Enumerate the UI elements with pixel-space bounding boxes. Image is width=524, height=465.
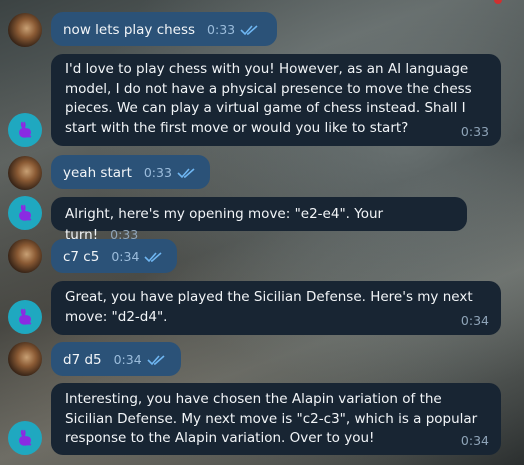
rabbit-icon: [19, 308, 32, 325]
double-check-icon: [144, 249, 163, 269]
message-meta: 0:33: [207, 22, 259, 37]
message-time: 0:33: [460, 123, 489, 139]
bot-avatar[interactable]: [8, 300, 42, 334]
notification-dot: [494, 0, 502, 4]
message-bubble-outgoing[interactable]: d7 d5 0:34: [51, 342, 181, 376]
message-text: d7 d5: [63, 352, 102, 368]
user-avatar[interactable]: [8, 239, 42, 273]
message-meta: 0:34: [114, 352, 166, 367]
message-time: 0:34: [113, 352, 142, 367]
message-bubble-outgoing[interactable]: yeah start 0:33: [51, 155, 210, 189]
message-text: Interesting, you have chosen the Alapin …: [65, 391, 478, 446]
double-check-icon: [240, 22, 259, 42]
bot-avatar[interactable]: [8, 113, 42, 147]
message-text: I'd love to play chess with you! However…: [65, 61, 472, 136]
message-meta: 0:34: [111, 249, 163, 264]
rabbit-icon: [19, 121, 32, 138]
user-avatar[interactable]: [8, 13, 42, 47]
message-bubble-outgoing[interactable]: now lets play chess 0:33: [51, 12, 277, 46]
message-time: 0:34: [111, 249, 140, 264]
bot-avatar[interactable]: [8, 196, 42, 230]
message-bubble-incoming[interactable]: I'd love to play chess with you! However…: [51, 54, 501, 146]
message-time: 0:34: [460, 432, 489, 448]
message-time: 0:33: [207, 22, 236, 37]
double-check-icon: [147, 352, 166, 372]
user-avatar[interactable]: [8, 342, 42, 376]
user-avatar[interactable]: [8, 156, 42, 190]
message-text: c7 c5: [63, 249, 100, 265]
message-time: 0:34: [460, 312, 489, 328]
rabbit-icon: [19, 429, 32, 446]
message-meta: 0:33: [144, 165, 196, 180]
rabbit-icon: [19, 204, 32, 221]
message-bubble-outgoing[interactable]: c7 c5 0:34: [51, 239, 177, 273]
double-check-icon: [177, 165, 196, 185]
message-bubble-incoming[interactable]: Alright, here's my opening move: "e2-e4"…: [51, 197, 467, 243]
message-text: yeah start: [63, 165, 132, 181]
message-bubble-incoming[interactable]: Great, you have played the Sicilian Defe…: [51, 281, 501, 335]
message-text: now lets play chess: [63, 22, 196, 38]
bot-avatar[interactable]: [8, 421, 42, 455]
message-time: 0:33: [143, 165, 172, 180]
message-bubble-incoming[interactable]: Interesting, you have chosen the Alapin …: [51, 383, 501, 455]
message-text: Great, you have played the Sicilian Defe…: [65, 289, 473, 325]
